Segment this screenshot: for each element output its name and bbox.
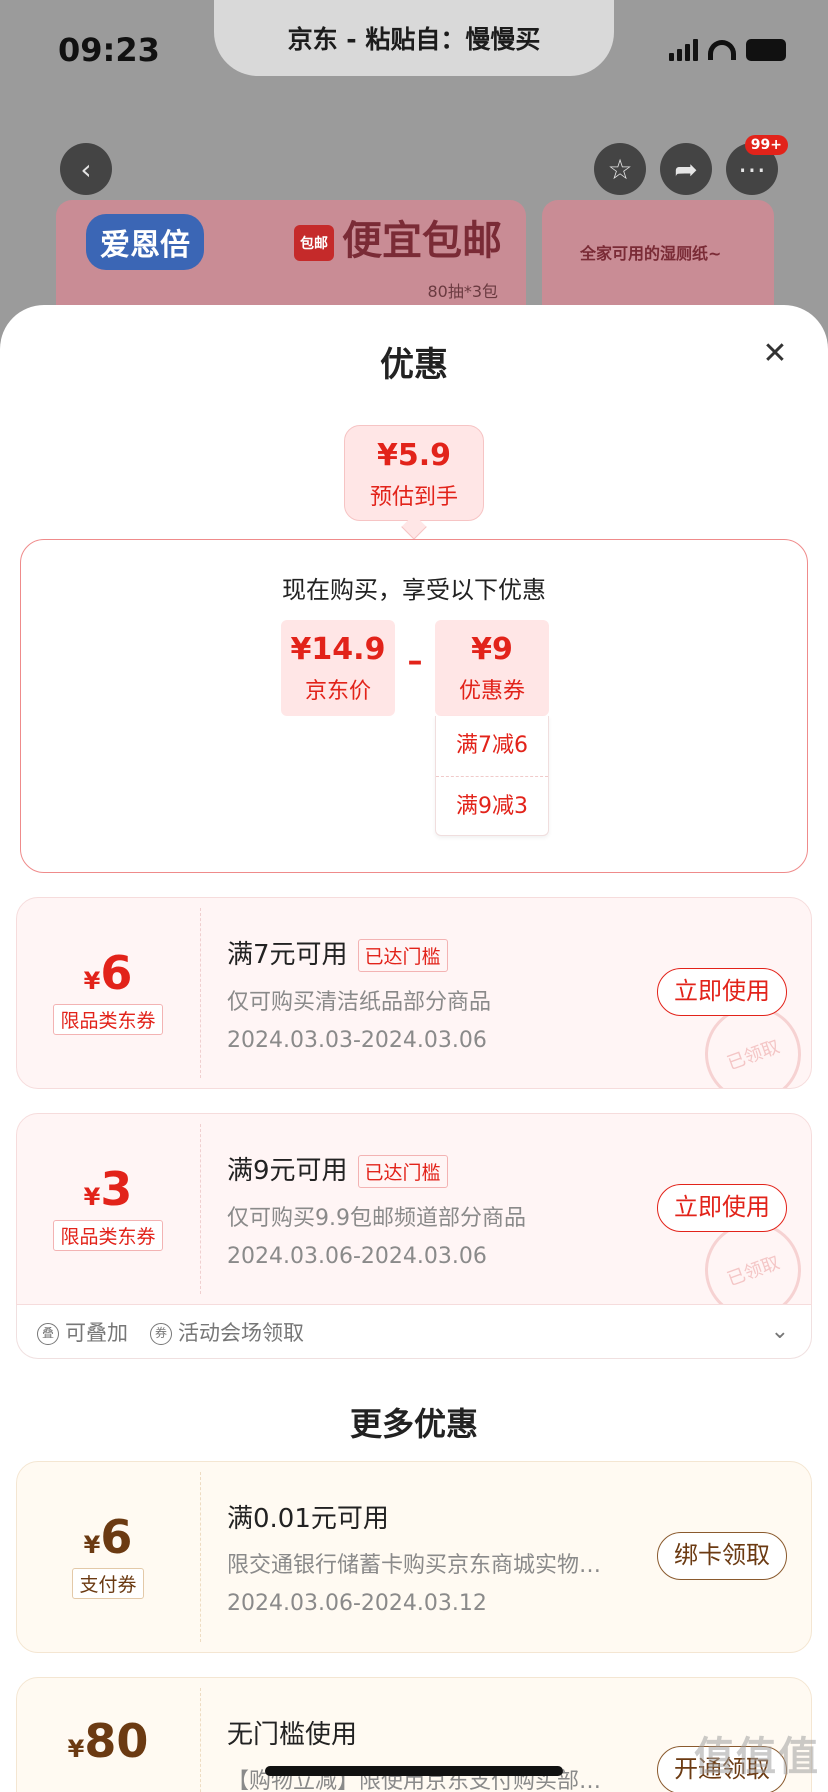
use-now-button[interactable]: 立即使用 (657, 968, 787, 1016)
coupon-description: 仅可购买清洁纸品部分商品 (227, 990, 492, 1015)
sheet-title: 优惠 (380, 345, 448, 385)
banner-subtitle: 80抽*3包 (427, 282, 498, 301)
close-icon[interactable]: ✕ (760, 339, 790, 369)
home-indicator[interactable] (265, 1766, 563, 1776)
coupon-breakdown-item: 满9减3 (436, 776, 548, 836)
brand-logo: 爱恩倍 (86, 214, 204, 270)
coupon-date: 2024.03.06-2024.03.06 (227, 1244, 487, 1269)
coupon-type: 限品类东券 (53, 1004, 163, 1035)
discount-calculation: 现在购买，享受以下优惠 ¥14.9 京东价 – ¥9 优惠券 满7减6 满9减3 (20, 539, 808, 873)
share-icon[interactable]: ➦ (660, 143, 712, 195)
estimated-price-label: 预估到手 (369, 485, 458, 510)
coupon-date: 2024.03.03-2024.03.06 (227, 1028, 487, 1053)
wifi-icon (708, 40, 736, 60)
coupon-amount: 80 (84, 1714, 149, 1768)
coupon-type: 限品类东券 (53, 1220, 163, 1251)
bind-card-claim-button[interactable]: 绑卡领取 (657, 1532, 787, 1580)
coupon-condition: 满0.01元可用 (227, 1504, 389, 1534)
minus-sign: – (407, 644, 423, 679)
signal-icon (669, 39, 698, 61)
coupon-type: 支付券 (72, 1568, 144, 1599)
watermark-logo: 值值值 (694, 1734, 820, 1780)
venue-label: 活动会场领取 (178, 1320, 304, 1345)
coupon-condition: 满9元可用 (227, 1156, 348, 1186)
coupon-extras[interactable]: 叠可叠加 券活动会场领取 ⌄ (16, 1305, 812, 1359)
banner-title: 便宜包邮 (342, 218, 502, 264)
coupon-amount: 6 (100, 1510, 133, 1564)
paste-notification: 京东 - 粘贴自：慢慢买 (214, 0, 614, 76)
thumbnail-caption: 全家可用的湿厕纸~ (580, 244, 722, 263)
jd-price-cell: ¥14.9 京东价 (281, 620, 395, 716)
coupon-card: ¥3 限品类东券 满9元可用 已达门槛 仅可购买9.9包邮频道部分商品 2024.… (16, 1113, 812, 1305)
more-offers-title: 更多优惠 (349, 1405, 478, 1443)
ticket-icon: 券 (150, 1322, 172, 1345)
more-icon[interactable]: ⋯ 99+ (726, 135, 788, 195)
coupon-condition: 满7元可用 (227, 940, 348, 970)
stack-icon: 叠 (37, 1322, 59, 1345)
coupon-cell: ¥9 优惠券 (435, 620, 549, 716)
calc-title: 现在购买，享受以下优惠 (282, 576, 546, 604)
coupon-description: 仅可购买9.9包邮频道部分商品 (227, 1206, 526, 1231)
chevron-down-icon[interactable]: ⌄ (771, 1319, 789, 1344)
coupon-date: 2024.03.06-2024.03.12 (227, 1591, 487, 1616)
shipping-icon: 包邮 (294, 225, 334, 261)
battery-icon (746, 39, 786, 61)
discount-sheet: 优惠 ✕ ¥5.9 预估到手 现在购买，享受以下优惠 ¥14.9 京东价 – ¥… (0, 305, 828, 1792)
coupon-breakdown: 满7减6 满9减3 (435, 716, 549, 836)
coupon-card: ¥6 限品类东券 满7元可用 已达门槛 仅可购买清洁纸品部分商品 2024.03.… (16, 897, 812, 1089)
back-button[interactable]: ‹ (60, 143, 112, 195)
favorite-star-icon[interactable]: ☆ (594, 143, 646, 195)
payment-coupon-card: ¥6 支付券 满0.01元可用 限交通银行储蓄卡购买京东商城实物… 2024.0… (16, 1461, 812, 1653)
threshold-reached-badge: 已达门槛 (357, 1155, 448, 1188)
coupon-description: 限交通银行储蓄卡购买京东商城实物… (227, 1553, 602, 1578)
threshold-reached-badge: 已达门槛 (357, 939, 448, 972)
stackable-label: 可叠加 (65, 1320, 128, 1345)
coupon-condition: 无门槛使用 (227, 1720, 358, 1750)
use-now-button[interactable]: 立即使用 (657, 1184, 787, 1232)
coupon-amount: 3 (100, 1162, 133, 1216)
status-time: 09:23 (58, 31, 160, 69)
estimated-price-value: ¥5.9 (376, 438, 452, 473)
estimated-price: ¥5.9 预估到手 (344, 425, 484, 521)
coupon-amount: 6 (100, 946, 133, 1000)
message-badge: 99+ (744, 135, 788, 155)
coupon-breakdown-item: 满7减6 (456, 733, 528, 758)
